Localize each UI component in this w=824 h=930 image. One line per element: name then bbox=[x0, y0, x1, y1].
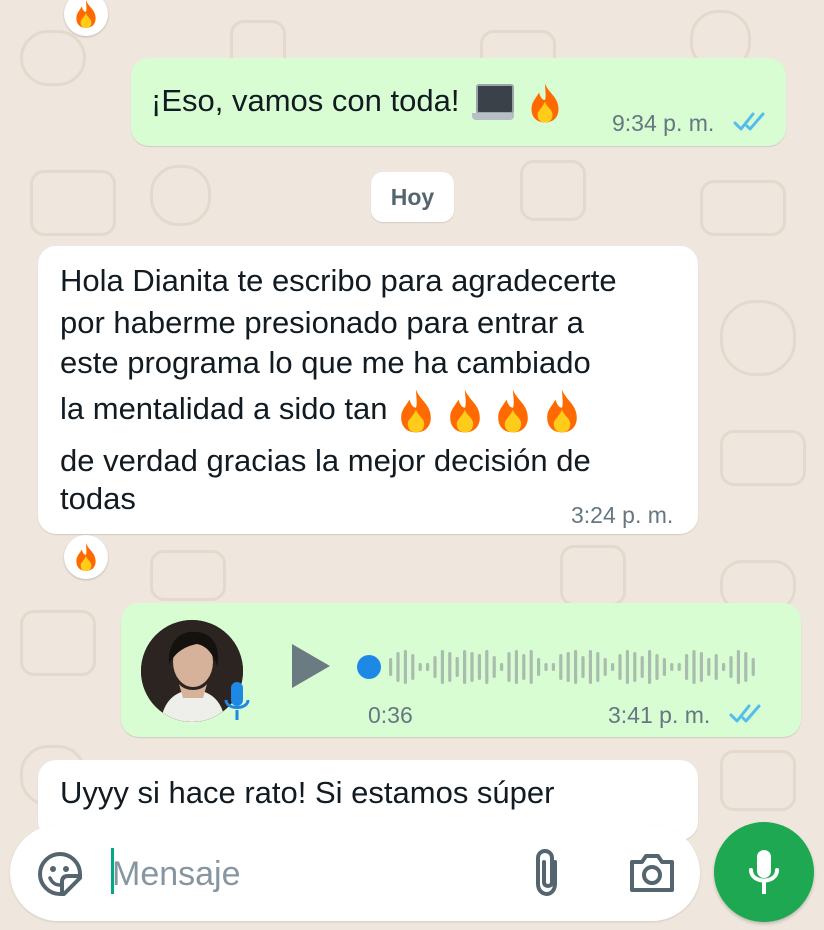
waveform-bar bbox=[633, 652, 637, 682]
waveform-bar bbox=[507, 652, 511, 682]
message-input[interactable] bbox=[110, 845, 514, 903]
waveform-bar bbox=[670, 663, 674, 671]
message-text: Uyyy si hace rato! Si estamos súper bbox=[60, 775, 555, 810]
paperclip-icon[interactable] bbox=[531, 848, 565, 898]
waveform-bar bbox=[692, 650, 696, 684]
waveform-bar bbox=[448, 652, 452, 682]
waveform-bar bbox=[418, 663, 422, 671]
waveform-bar bbox=[625, 650, 629, 684]
waveform-bar bbox=[603, 658, 607, 676]
double-check-read-icon bbox=[733, 112, 765, 131]
waveform-bar bbox=[640, 656, 644, 678]
message-line: todas bbox=[60, 481, 136, 516]
voice-duration: 0:36 bbox=[368, 702, 413, 728]
waveform-bar bbox=[611, 663, 615, 671]
message-row: ¡Eso, vamos con toda! bbox=[151, 78, 563, 124]
microphone-icon bbox=[749, 850, 779, 894]
waveform-bar bbox=[581, 656, 585, 678]
microphone-badge-icon bbox=[224, 682, 250, 720]
waveform-bar bbox=[655, 654, 659, 680]
waveform-bar bbox=[714, 654, 718, 680]
play-icon[interactable] bbox=[288, 642, 332, 690]
waveform-bar bbox=[662, 658, 666, 676]
message-line-with-emoji: la mentalidad a sido tan bbox=[60, 386, 582, 434]
message-text: ¡Eso, vamos con toda! bbox=[151, 83, 460, 118]
waveform-bar bbox=[514, 650, 518, 684]
laptop-emoji-icon bbox=[472, 83, 515, 122]
waveform-bar bbox=[685, 654, 689, 680]
waveform-bar bbox=[537, 658, 541, 676]
waveform-bar bbox=[699, 652, 703, 682]
waveform-bar bbox=[522, 654, 526, 680]
fire-emoji-icon bbox=[449, 389, 480, 433]
waveform-bar bbox=[492, 656, 496, 678]
waveform-bar bbox=[559, 654, 563, 680]
waveform-bar bbox=[596, 652, 600, 682]
waveform-bar bbox=[470, 652, 474, 682]
waveform-bar bbox=[677, 663, 681, 671]
fire-emoji-icon bbox=[531, 83, 559, 123]
message-line: la mentalidad a sido tan bbox=[60, 391, 388, 426]
message-line: este programa lo que me ha cambiado bbox=[60, 345, 591, 380]
fire-emoji-icon bbox=[76, 0, 96, 28]
waveform-bar bbox=[403, 650, 407, 684]
message-line: por haberme presionado para entrar a bbox=[60, 305, 584, 340]
waveform-bar bbox=[500, 663, 504, 671]
waveform-bar bbox=[426, 663, 430, 671]
message-time: 9:34 p. m. bbox=[612, 110, 715, 136]
waveform-bar bbox=[477, 654, 481, 680]
reaction-badge[interactable] bbox=[64, 535, 108, 579]
fire-emoji-icon bbox=[401, 389, 431, 433]
waveform-bar bbox=[433, 656, 437, 678]
waveform-bar bbox=[574, 650, 578, 684]
waveform-bar bbox=[566, 652, 570, 682]
sticker-smiley-icon[interactable] bbox=[36, 850, 84, 898]
waveform-bar bbox=[722, 663, 726, 671]
camera-icon[interactable] bbox=[628, 852, 676, 894]
voice-record-button[interactable] bbox=[714, 822, 814, 922]
message-time: 3:41 p. m. bbox=[608, 702, 711, 728]
message-time: 3:24 p. m. bbox=[571, 502, 674, 528]
waveform-bar bbox=[529, 650, 533, 684]
waveform-bar bbox=[463, 650, 467, 684]
waveform-bar bbox=[648, 650, 652, 684]
voice-waveform[interactable] bbox=[355, 645, 760, 689]
double-check-read-icon bbox=[729, 704, 761, 723]
waveform-bar bbox=[485, 650, 489, 684]
waveform-bar bbox=[707, 658, 711, 676]
waveform-bar bbox=[551, 663, 555, 671]
waveform-bar bbox=[736, 650, 740, 684]
waveform-bar bbox=[729, 656, 733, 678]
fire-emoji-icon bbox=[498, 389, 529, 433]
fire-emoji-icon bbox=[547, 389, 577, 433]
waveform-bar bbox=[588, 650, 592, 684]
fire-emoji-icon bbox=[76, 543, 96, 571]
waveform-bar bbox=[440, 650, 444, 684]
waveform-bar bbox=[618, 654, 622, 680]
waveform-bar bbox=[396, 652, 400, 682]
playback-position-dot bbox=[357, 655, 381, 679]
date-separator: Hoy bbox=[371, 172, 454, 222]
waveform-bar bbox=[544, 663, 548, 671]
waveform-bar bbox=[744, 652, 748, 682]
waveform-bar bbox=[411, 654, 415, 680]
waveform-bar bbox=[455, 657, 459, 677]
message-line: Hola Dianita te escribo para agradecerte bbox=[60, 263, 617, 298]
waveform-bar bbox=[389, 658, 393, 676]
message-line: de verdad gracias la mejor decisión de bbox=[60, 443, 591, 478]
waveform-bar bbox=[751, 658, 755, 676]
